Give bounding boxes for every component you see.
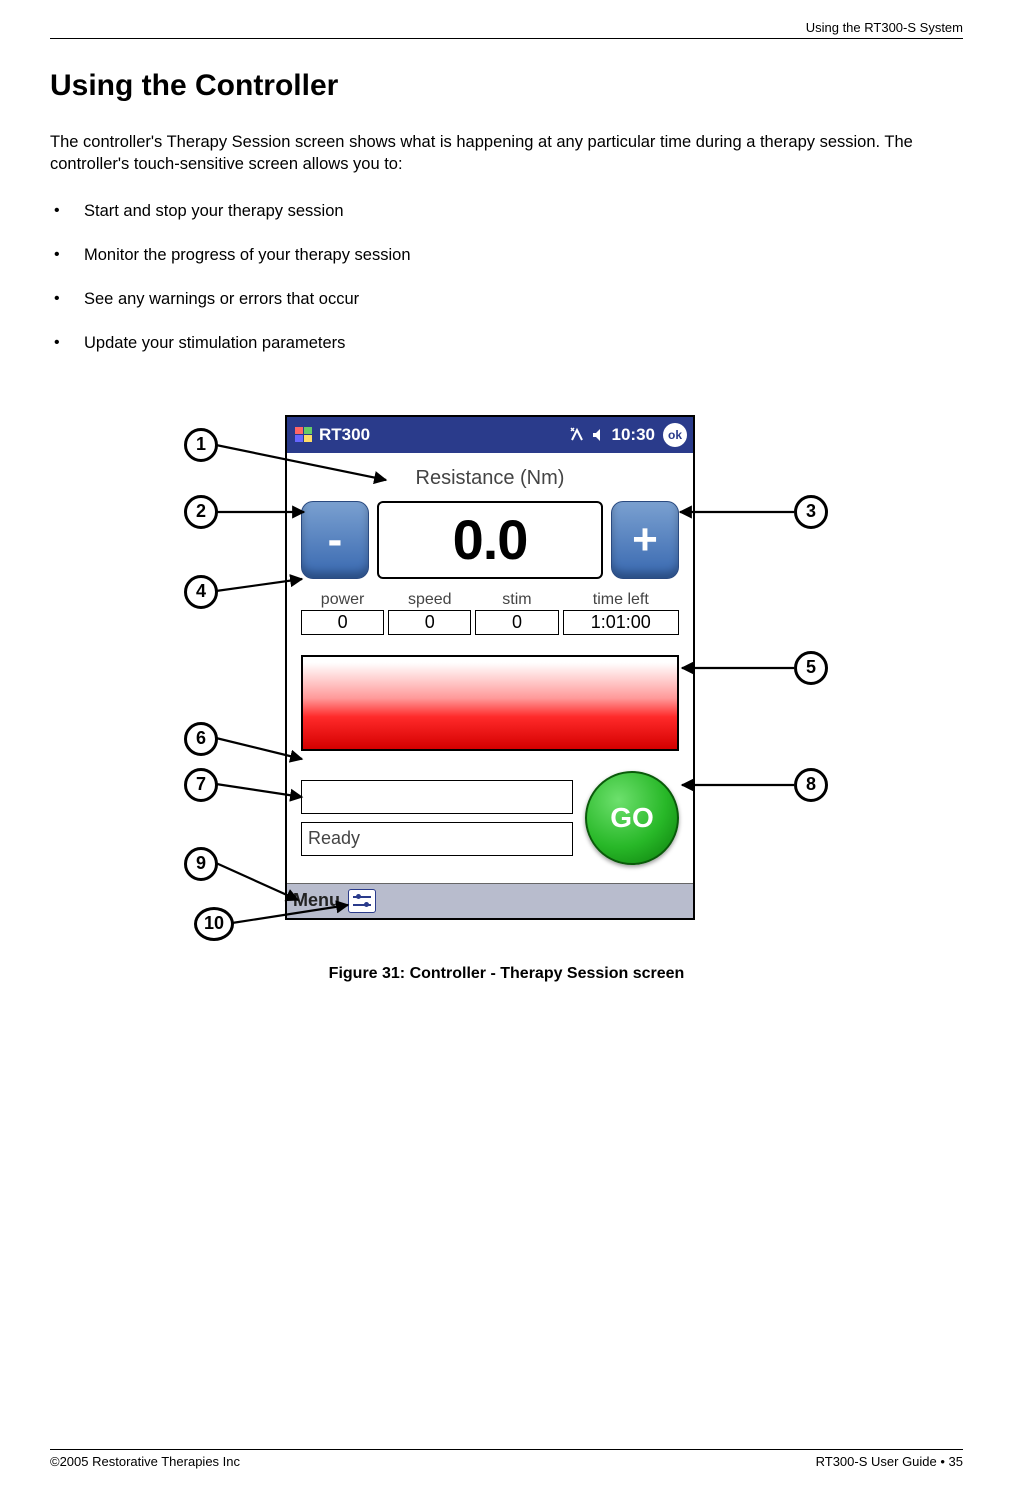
metric-power-label: power	[301, 591, 384, 609]
page-footer: ©2005 Restorative Therapies Inc RT300-S …	[50, 1449, 963, 1469]
metric-stim-label: stim	[475, 591, 558, 609]
bullet-item: Update your stimulation parameters	[50, 332, 963, 354]
callout-6: 6	[184, 722, 218, 756]
callout-10: 10	[194, 907, 234, 941]
volume-icon[interactable]	[590, 426, 608, 444]
status-message-upper	[301, 780, 573, 814]
metric-stim: stim 0	[475, 591, 558, 635]
bullet-item: Monitor the progress of your therapy ses…	[50, 244, 963, 266]
page-title: Using the Controller	[50, 69, 963, 103]
ok-button[interactable]: ok	[663, 423, 687, 447]
progress-indicator	[301, 655, 679, 751]
running-header: Using the RT300-S System	[50, 20, 963, 35]
windows-start-icon[interactable]	[293, 424, 315, 446]
titlebar-time: 10:30	[612, 425, 655, 445]
metric-stim-value: 0	[475, 610, 558, 635]
resistance-label: Resistance (Nm)	[287, 467, 693, 490]
callout-2: 2	[184, 495, 218, 529]
metric-speed-value: 0	[388, 610, 471, 635]
metric-speed: speed 0	[388, 591, 471, 635]
metric-timeleft: time left 1:01:00	[563, 591, 679, 635]
intro-paragraph: The controller's Therapy Session screen …	[50, 131, 963, 176]
go-button[interactable]: GO	[585, 771, 679, 865]
figure-caption: Figure 31: Controller - Therapy Session …	[50, 965, 963, 983]
device-screenshot: RT300 10:30 ok Resistance (Nm) -	[285, 415, 695, 920]
figure-container: 1 2 3 4 5 6 7 8 9 10 RT300	[50, 395, 950, 955]
footer-copyright: ©2005 Restorative Therapies Inc	[50, 1454, 240, 1469]
footer-page-info: RT300-S User Guide • 35	[816, 1454, 963, 1469]
callout-7: 7	[184, 768, 218, 802]
app-name: RT300	[319, 425, 370, 445]
resistance-value: 0.0	[377, 501, 603, 579]
status-message-lower: Ready	[301, 822, 573, 856]
device-titlebar: RT300 10:30 ok	[287, 417, 693, 453]
bullet-list: Start and stop your therapy session Moni…	[50, 200, 963, 355]
header-rule	[50, 38, 963, 39]
metric-power-value: 0	[301, 610, 384, 635]
callout-9: 9	[184, 847, 218, 881]
bullet-item: Start and stop your therapy session	[50, 200, 963, 222]
menu-button[interactable]: Menu	[293, 890, 340, 911]
connectivity-icon[interactable]	[568, 426, 586, 444]
settings-sliders-icon[interactable]	[348, 889, 376, 913]
metric-timeleft-value: 1:01:00	[563, 610, 679, 635]
callout-8: 8	[794, 768, 828, 802]
callout-3: 3	[794, 495, 828, 529]
menu-bar: Menu	[287, 883, 693, 918]
metric-power: power 0	[301, 591, 384, 635]
bullet-item: See any warnings or errors that occur	[50, 288, 963, 310]
callout-1: 1	[184, 428, 218, 462]
increase-button[interactable]: +	[611, 501, 679, 579]
callout-4: 4	[184, 575, 218, 609]
footer-rule	[50, 1449, 963, 1450]
decrease-button[interactable]: -	[301, 501, 369, 579]
callout-5: 5	[794, 651, 828, 685]
metric-timeleft-label: time left	[563, 591, 679, 609]
metric-speed-label: speed	[388, 591, 471, 609]
